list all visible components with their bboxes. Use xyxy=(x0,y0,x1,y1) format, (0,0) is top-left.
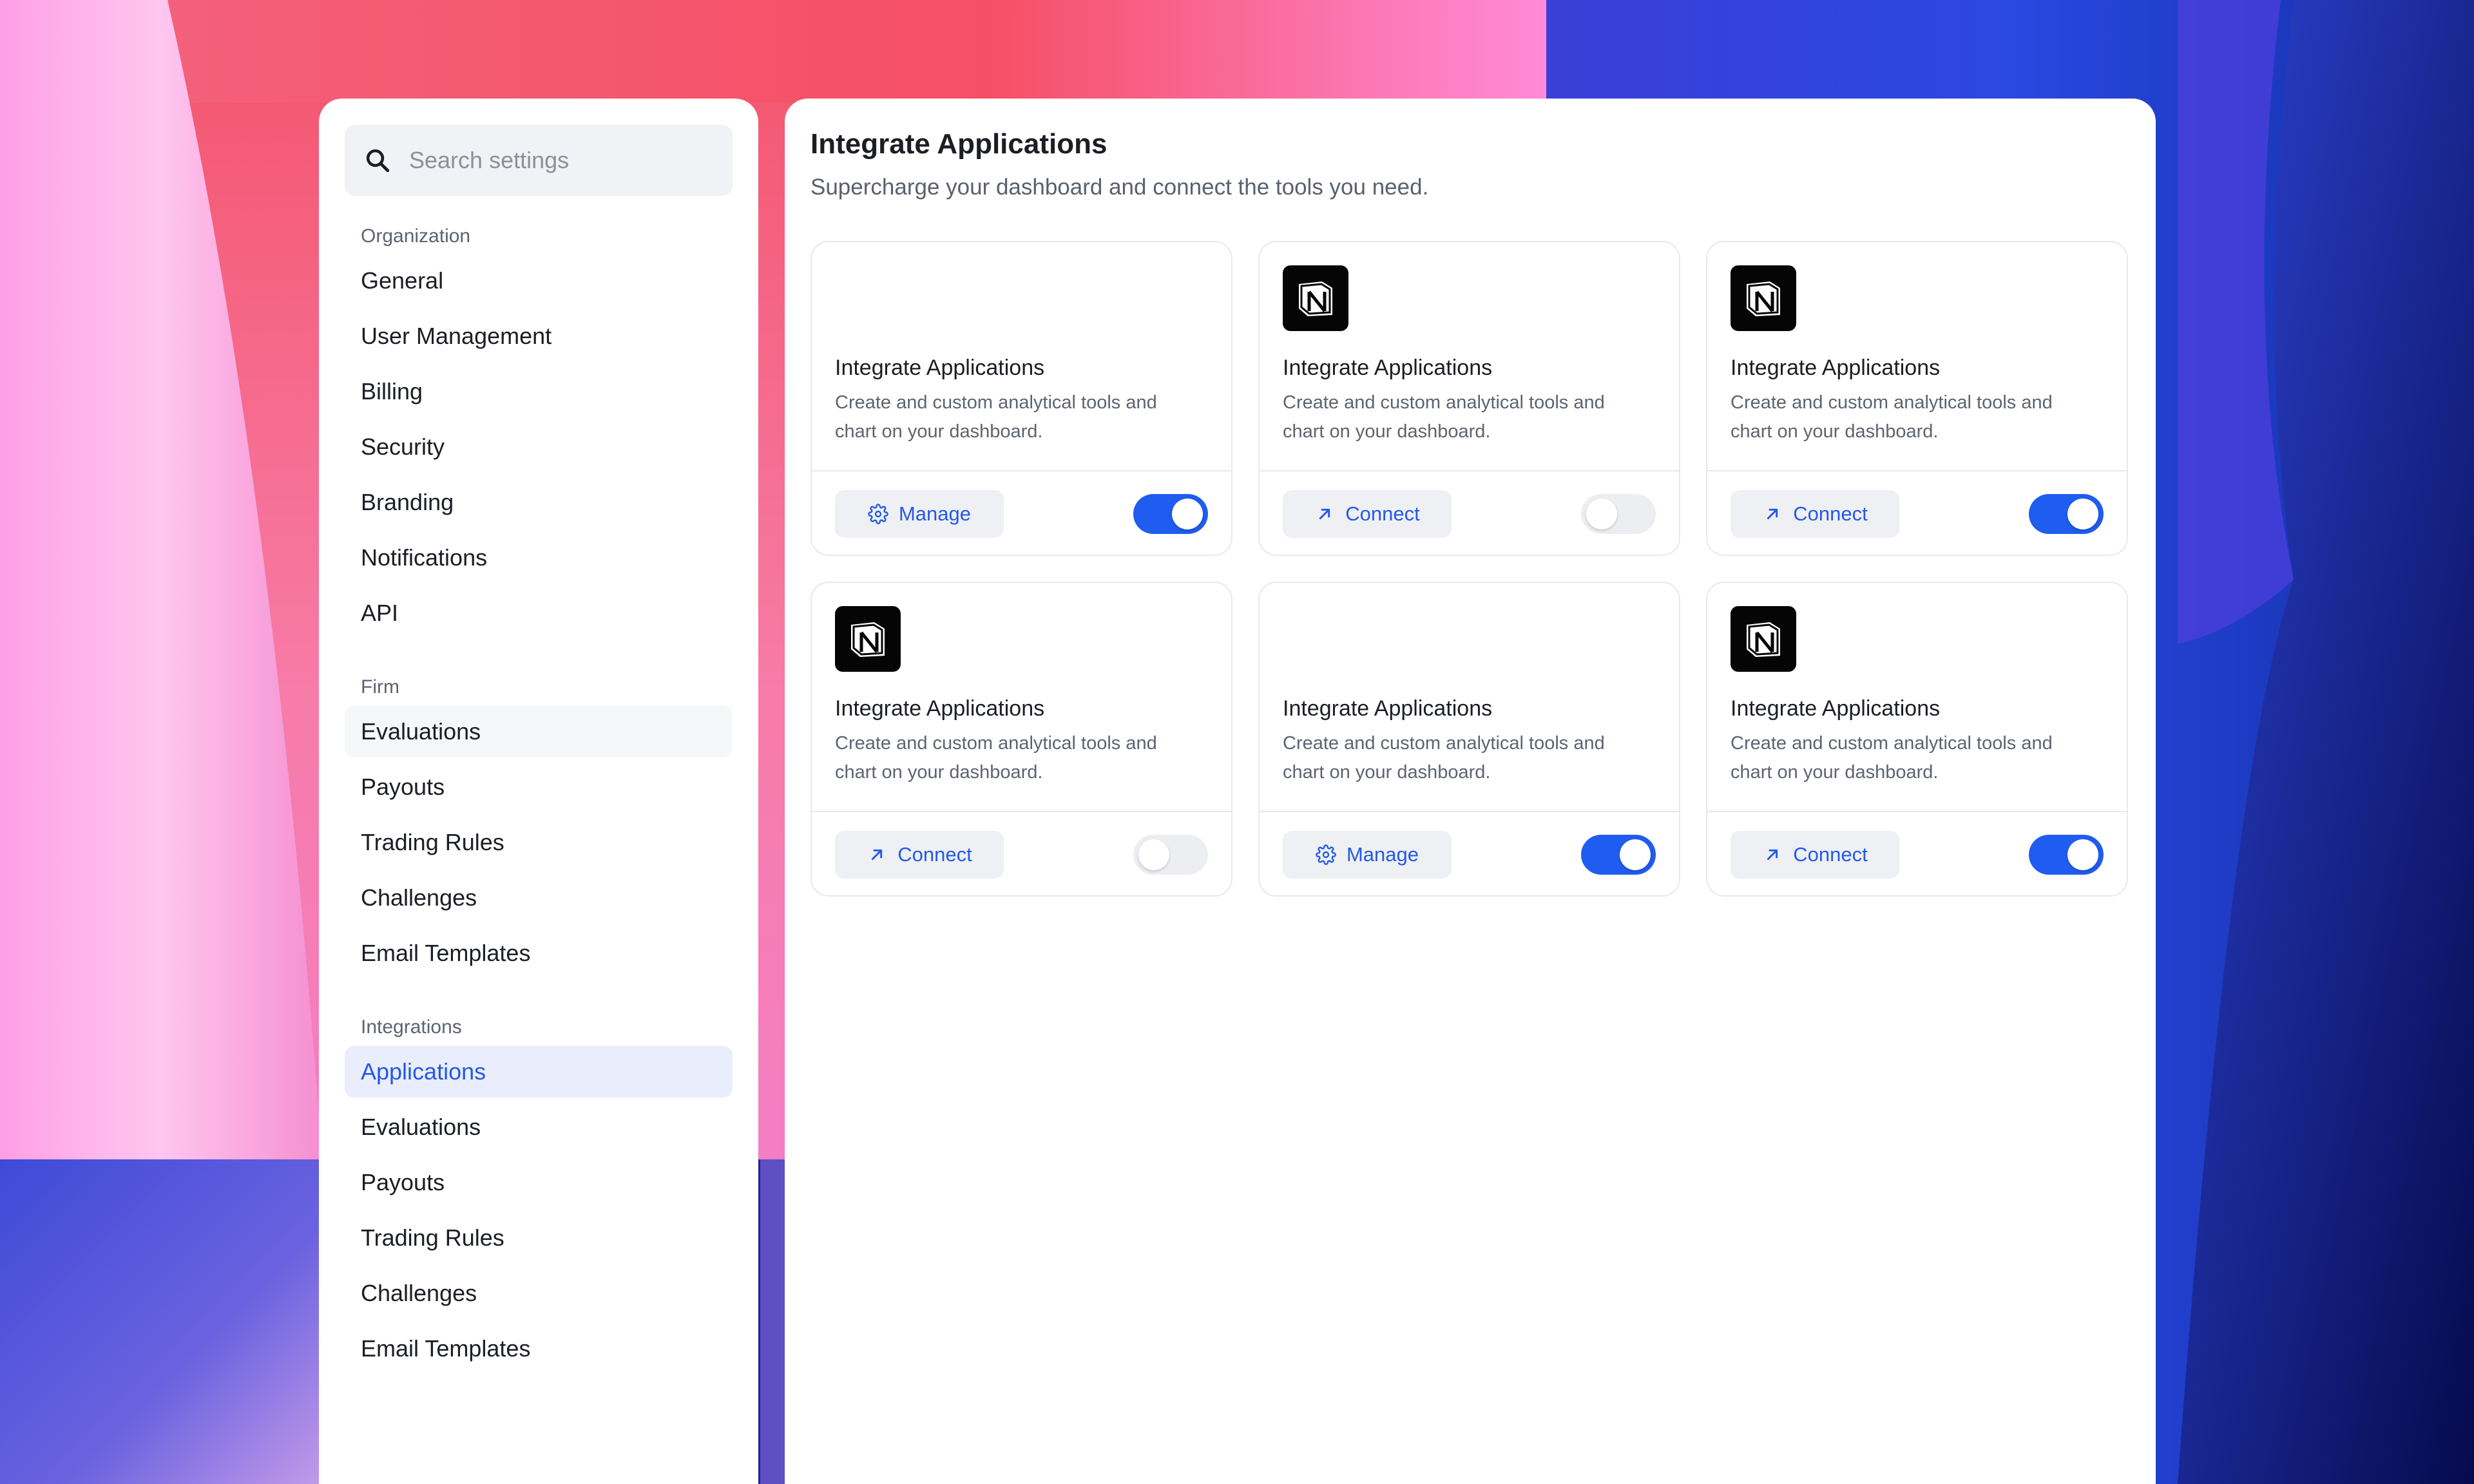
sidebar-item-notifications[interactable]: Notifications xyxy=(345,532,733,584)
group-label-organization: Organization xyxy=(361,225,471,247)
page-title: Integrate Applications xyxy=(810,128,1108,160)
sidebar-item-firm-challenges[interactable]: Challenges xyxy=(345,872,733,924)
enable-toggle[interactable] xyxy=(1581,834,1656,875)
button-label: Manage xyxy=(898,502,972,525)
toggle-knob xyxy=(1172,498,1203,529)
integrations-panel: Integrate Applications Supercharge your … xyxy=(785,99,2156,1484)
integration-card: Integrate Applications Create and custom… xyxy=(1258,241,1680,556)
search-box[interactable] xyxy=(345,125,733,196)
nav-organization: General User Management Billing Security… xyxy=(345,255,733,639)
enable-toggle[interactable] xyxy=(1581,493,1656,534)
connect-button[interactable]: Connect xyxy=(835,830,1004,879)
group-label-integrations: Integrations xyxy=(361,1016,462,1038)
button-label: Connect xyxy=(1345,502,1420,525)
manage-button[interactable]: Manage xyxy=(1283,830,1452,879)
card-description: Create and custom analytical tools and c… xyxy=(835,733,1157,783)
notion-logo-icon xyxy=(835,606,901,672)
sidebar-item-billing[interactable]: Billing xyxy=(345,366,733,417)
logo-placeholder xyxy=(835,265,901,331)
enable-toggle[interactable] xyxy=(2029,493,2104,534)
button-label: Connect xyxy=(1793,502,1868,525)
search-icon xyxy=(366,149,390,173)
integration-card: Integrate Applications Create and custom… xyxy=(1706,241,2128,556)
card-description: Create and custom analytical tools and c… xyxy=(1283,733,1605,783)
card-title: Integrate Applications xyxy=(1731,696,1941,721)
nav-integrations: Applications Evaluations Payouts Trading… xyxy=(345,1046,733,1375)
gear-icon xyxy=(1316,844,1336,865)
card-title: Integrate Applications xyxy=(1283,356,1493,380)
toggle-knob xyxy=(1586,498,1617,529)
logo-placeholder xyxy=(1283,606,1348,672)
integration-card: Integrate Applications Create and custom… xyxy=(810,582,1232,897)
sidebar-item-firm-evaluations[interactable]: Evaluations xyxy=(345,706,733,757)
enable-toggle[interactable] xyxy=(2029,834,2104,875)
card-title: Integrate Applications xyxy=(835,696,1045,721)
notion-logo-icon xyxy=(1731,265,1796,331)
button-label: Connect xyxy=(1793,842,1868,866)
integration-card: Integrate Applications Create and custom… xyxy=(1258,582,1680,897)
sidebar-item-applications[interactable]: Applications xyxy=(345,1046,733,1098)
connect-button[interactable]: Connect xyxy=(1731,830,1899,879)
sidebar-item-integrations-evaluations[interactable]: Evaluations xyxy=(345,1101,733,1153)
toggle-knob xyxy=(1620,839,1651,870)
arrow-up-right-icon xyxy=(1767,508,1778,519)
card-title: Integrate Applications xyxy=(835,356,1045,380)
button-label: Connect xyxy=(897,842,972,866)
integration-card: Integrate Applications Create and custom… xyxy=(810,241,1232,556)
enable-toggle[interactable] xyxy=(1133,493,1208,534)
sidebar-item-security[interactable]: Security xyxy=(345,421,733,473)
sidebar-item-firm-email-templates[interactable]: Email Templates xyxy=(345,928,733,979)
integration-card: Integrate Applications Create and custom… xyxy=(1706,582,2128,897)
toggle-knob xyxy=(1138,839,1169,870)
integration-cards-grid: Integrate Applications Create and custom… xyxy=(810,241,2128,897)
arrow-up-right-icon xyxy=(1767,849,1778,860)
manage-button[interactable]: Manage xyxy=(835,490,1004,538)
sidebar-item-api[interactable]: API xyxy=(345,587,733,639)
card-description: Create and custom analytical tools and c… xyxy=(1731,733,2053,783)
notion-logo-icon xyxy=(1283,265,1348,331)
arrow-up-right-icon xyxy=(872,849,883,860)
toggle-knob xyxy=(2067,498,2098,529)
group-label-firm: Firm xyxy=(361,676,399,698)
sidebar-item-integrations-payouts[interactable]: Payouts xyxy=(345,1157,733,1208)
gear-icon xyxy=(868,503,888,524)
connect-button[interactable]: Connect xyxy=(1283,490,1452,538)
sidebar-item-integrations-challenges[interactable]: Challenges xyxy=(345,1268,733,1319)
card-description: Create and custom analytical tools and c… xyxy=(1731,392,2053,442)
settings-sidebar: Organization General User Management Bil… xyxy=(319,99,758,1484)
sidebar-item-integrations-email-templates[interactable]: Email Templates xyxy=(345,1323,733,1375)
sidebar-item-general[interactable]: General xyxy=(345,255,733,307)
sidebar-item-firm-payouts[interactable]: Payouts xyxy=(345,761,733,813)
button-label: Manage xyxy=(1346,842,1419,866)
arrow-up-right-icon xyxy=(1319,508,1330,519)
enable-toggle[interactable] xyxy=(1133,834,1208,875)
connect-button[interactable]: Connect xyxy=(1731,490,1899,538)
sidebar-item-firm-trading-rules[interactable]: Trading Rules xyxy=(345,817,733,868)
card-title: Integrate Applications xyxy=(1283,696,1493,721)
sidebar-item-user-management[interactable]: User Management xyxy=(345,310,733,362)
card-description: Create and custom analytical tools and c… xyxy=(1283,392,1605,442)
card-description: Create and custom analytical tools and c… xyxy=(835,392,1157,442)
sidebar-item-branding[interactable]: Branding xyxy=(345,477,733,528)
sidebar-item-integrations-trading-rules[interactable]: Trading Rules xyxy=(345,1212,733,1264)
page-subtitle: Supercharge your dashboard and connect t… xyxy=(810,175,1429,200)
notion-logo-icon xyxy=(1731,606,1796,672)
search-input[interactable] xyxy=(409,147,693,174)
toggle-knob xyxy=(2067,839,2098,870)
card-title: Integrate Applications xyxy=(1731,356,1941,380)
nav-firm: Evaluations Payouts Trading Rules Challe… xyxy=(345,706,733,979)
